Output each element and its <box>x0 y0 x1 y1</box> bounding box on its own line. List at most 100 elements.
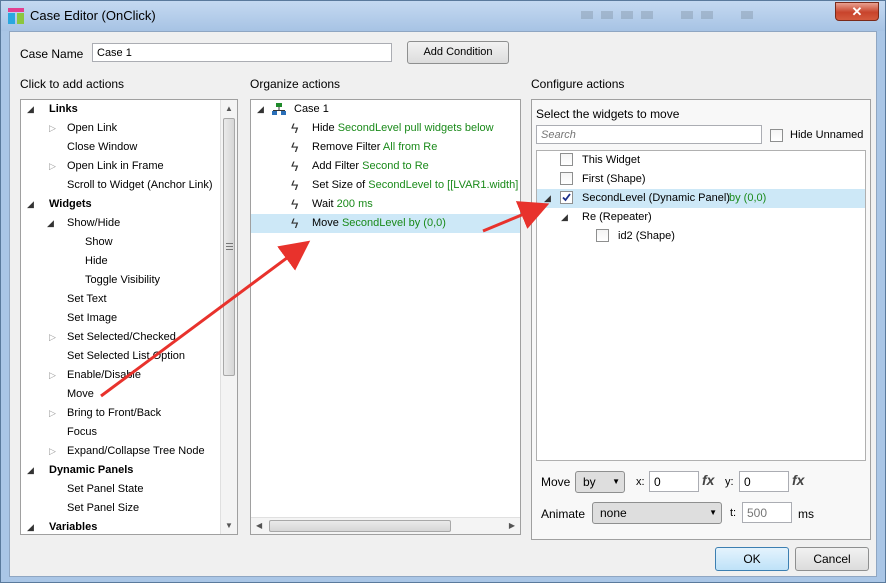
action-label: Close Window <box>67 141 138 153</box>
scroll-left-icon[interactable]: ◀ <box>256 521 262 530</box>
action-row[interactable]: ϟ Set Size of SecondLevel to [[LVAR1.widt… <box>251 176 520 195</box>
left-vertical-scrollbar[interactable]: ▲ ▼ <box>220 100 237 534</box>
action-item[interactable]: ▷ Set Selected/Checked <box>21 328 221 347</box>
action-item[interactable]: Set Panel Size <box>21 499 221 518</box>
widget-checkbox[interactable] <box>560 172 573 185</box>
scroll-down-icon[interactable]: ▼ <box>225 521 233 530</box>
action-label: Focus <box>67 426 97 438</box>
expand-triangle-icon[interactable]: ◢ <box>544 189 551 208</box>
expand-triangle-icon[interactable]: ▷ <box>49 119 56 138</box>
middle-horizontal-scrollbar[interactable]: ◀ ▶ <box>251 517 520 534</box>
x-fx-button[interactable]: fx <box>702 472 714 488</box>
case-name-input[interactable] <box>92 43 392 62</box>
widget-row-id2[interactable]: id2 (Shape) <box>537 227 865 246</box>
action-item[interactable]: Scroll to Widget (Anchor Link) <box>21 176 221 195</box>
action-group[interactable]: ◢ Widgets <box>21 195 221 214</box>
widget-checkbox[interactable] <box>596 229 609 242</box>
hide-unnamed-checkbox[interactable] <box>770 129 783 142</box>
expand-triangle-icon[interactable]: ◢ <box>561 208 568 227</box>
action-item[interactable]: ▷ Open Link <box>21 119 221 138</box>
action-item[interactable]: Toggle Visibility <box>21 271 221 290</box>
y-fx-button[interactable]: fx <box>792 472 804 488</box>
title-bar[interactable]: Case Editor (OnClick) ✕ <box>1 1 885 31</box>
action-item[interactable]: Show <box>21 233 221 252</box>
expand-triangle-icon[interactable]: ▷ <box>49 157 56 176</box>
action-text: Remove Filter All from Re <box>312 138 437 157</box>
action-text: Set Size of SecondLevel to [[LVAR1.width… <box>312 176 518 195</box>
add-condition-button[interactable]: Add Condition <box>407 41 509 64</box>
action-row[interactable]: ϟ Move SecondLevel by (0,0) <box>251 214 520 233</box>
scroll-up-icon[interactable]: ▲ <box>225 104 233 113</box>
expand-triangle-icon[interactable]: ◢ <box>257 100 264 119</box>
t-input[interactable] <box>742 502 792 523</box>
widget-search-input[interactable] <box>536 125 762 144</box>
collapse-triangle-icon[interactable]: ◢ <box>27 195 34 214</box>
action-group[interactable]: ◢ Variables <box>21 518 221 534</box>
widget-row-this-widget[interactable]: This Widget <box>537 151 865 170</box>
cancel-button[interactable]: Cancel <box>795 547 869 571</box>
action-item[interactable]: ▷ Enable/Disable <box>21 366 221 385</box>
action-item[interactable]: ▷ Bring to Front/Back <box>21 404 221 423</box>
widget-checkbox[interactable] <box>560 153 573 166</box>
action-item[interactable]: Set Panel State <box>21 480 221 499</box>
action-group[interactable]: ◢ Dynamic Panels <box>21 461 221 480</box>
action-text: Add Filter Second to Re <box>312 157 429 176</box>
action-target: SecondLevel pull widgets below <box>337 122 494 134</box>
lightning-bolt-icon: ϟ <box>291 215 299 231</box>
action-row[interactable]: ϟ Wait 200 ms <box>251 195 520 214</box>
collapse-triangle-icon[interactable]: ◢ <box>47 214 54 233</box>
middle-scroll-thumb[interactable] <box>269 520 451 532</box>
action-row[interactable]: ϟ Remove Filter All from Re <box>251 138 520 157</box>
chevron-down-icon: ▼ <box>612 477 620 486</box>
move-mode-select[interactable]: by ▼ <box>575 471 625 493</box>
action-group[interactable]: ◢ Links <box>21 100 221 119</box>
organize-actions-tree: ◢ Case 1 ϟ Hide SecondLevel pull widgets … <box>250 99 521 535</box>
animate-value: none <box>600 506 627 520</box>
expand-triangle-icon[interactable]: ▷ <box>49 442 56 461</box>
action-item[interactable]: ▷ Expand/Collapse Tree Node <box>21 442 221 461</box>
action-row[interactable]: ϟ Add Filter Second to Re <box>251 157 520 176</box>
left-scroll-thumb[interactable] <box>223 118 235 376</box>
expand-triangle-icon[interactable]: ▷ <box>49 366 56 385</box>
y-input[interactable] <box>739 471 789 492</box>
action-item[interactable]: Hide <box>21 252 221 271</box>
action-item[interactable]: Set Image <box>21 309 221 328</box>
collapse-triangle-icon[interactable]: ◢ <box>27 461 34 480</box>
lightning-bolt-icon: ϟ <box>291 177 299 193</box>
widget-row-secondlevel[interactable]: ◢ SecondLevel (Dynamic Panel) by (0,0) <box>537 189 865 208</box>
action-label: Open Link in Frame <box>67 160 164 172</box>
action-label: Open Link <box>67 122 118 134</box>
action-label: Bring to Front/Back <box>67 407 162 419</box>
action-row[interactable]: ϟ Hide SecondLevel pull widgets below <box>251 119 520 138</box>
case-row[interactable]: ◢ Case 1 <box>251 100 520 119</box>
action-item[interactable]: Move <box>21 385 221 404</box>
action-item[interactable]: Set Text <box>21 290 221 309</box>
action-item[interactable]: Set Selected List Option <box>21 347 221 366</box>
action-item[interactable]: ▷ Open Link in Frame <box>21 157 221 176</box>
widget-row-first[interactable]: First (Shape) <box>537 170 865 189</box>
action-item[interactable]: ◢ Show/Hide <box>21 214 221 233</box>
action-item[interactable]: Focus <box>21 423 221 442</box>
close-button[interactable]: ✕ <box>835 2 879 21</box>
expand-triangle-icon[interactable]: ▷ <box>49 328 56 347</box>
widgets-subheading: Select the widgets to move <box>536 107 680 121</box>
action-label: Hide <box>85 255 108 267</box>
x-input[interactable] <box>649 471 699 492</box>
app-icon <box>8 8 24 24</box>
action-item[interactable]: Close Window <box>21 138 221 157</box>
animate-select[interactable]: none ▼ <box>592 502 722 524</box>
t-label: t: <box>730 507 737 519</box>
expand-triangle-icon[interactable]: ▷ <box>49 404 56 423</box>
ok-button[interactable]: OK <box>715 547 789 571</box>
collapse-triangle-icon[interactable]: ◢ <box>27 518 34 534</box>
collapse-triangle-icon[interactable]: ◢ <box>27 100 34 119</box>
animate-label: Animate <box>541 507 586 521</box>
widget-row-repeater[interactable]: ◢ Re (Repeater) <box>537 208 865 227</box>
widget-checkbox-checked[interactable] <box>560 191 573 204</box>
case-label: Case 1 <box>294 103 329 115</box>
action-verb: Add Filter <box>312 160 363 172</box>
action-label: Move <box>67 388 94 400</box>
configure-actions-panel: Select the widgets to move Hide Unnamed … <box>531 99 871 540</box>
scroll-right-icon[interactable]: ▶ <box>509 521 515 530</box>
action-label: Scroll to Widget (Anchor Link) <box>67 179 213 191</box>
